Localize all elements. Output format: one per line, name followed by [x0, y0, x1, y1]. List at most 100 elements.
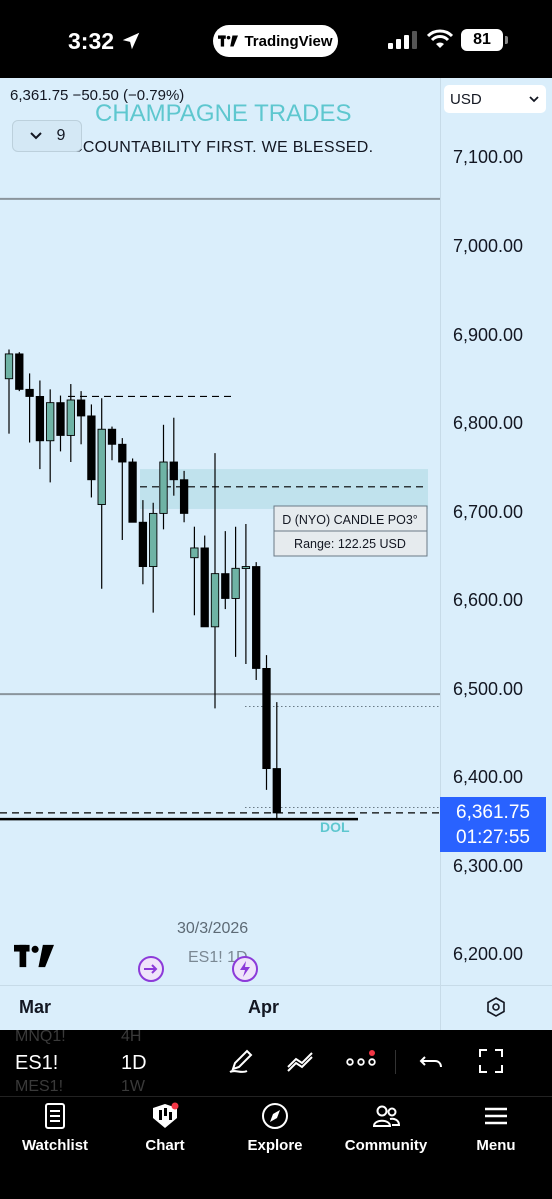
- more-icon[interactable]: [345, 1045, 377, 1077]
- candle-body: [169, 461, 178, 481]
- faint-symbol: MES1!: [15, 1078, 64, 1095]
- candle-body: [35, 395, 45, 442]
- chevron-down-icon: [29, 132, 42, 140]
- watermark-title: CHAMPAGNE TRADES: [95, 100, 352, 127]
- settings-icon[interactable]: [486, 997, 506, 1017]
- price-label: 6,400.00: [453, 767, 524, 787]
- candle-body: [159, 461, 168, 514]
- signal-icon: [388, 31, 417, 49]
- faint-symbol: MNQ1!: [15, 1028, 66, 1045]
- tradingview-logo-icon: [218, 35, 239, 47]
- candle-body: [241, 566, 251, 570]
- indicator-toggle[interactable]: 9: [12, 120, 82, 152]
- faint-interval: 4H: [121, 1028, 142, 1045]
- price-label: 7,100.00: [453, 147, 524, 167]
- month-label-apr: Apr: [248, 997, 279, 1017]
- candle-body: [252, 566, 261, 669]
- wifi-icon: [427, 29, 453, 48]
- price-label: 6,500.00: [453, 679, 524, 699]
- candle-body: [190, 547, 199, 559]
- nav-watchlist[interactable]: Watchlist: [5, 1101, 105, 1154]
- watchlist-icon: [45, 1103, 65, 1129]
- compass-icon: [262, 1103, 288, 1129]
- time-axis[interactable]: [0, 985, 440, 1030]
- line-tool-icon[interactable]: [284, 1045, 316, 1077]
- candle-body: [200, 547, 209, 628]
- nav-label: Menu: [476, 1137, 516, 1154]
- candle-body: [4, 353, 14, 380]
- chart-icon: [153, 1102, 179, 1128]
- faint-interval: 1W: [121, 1078, 145, 1095]
- battery-indicator: 81: [461, 29, 503, 51]
- watermark-subtitle: ACCOUNTABILITY FIRST. WE BLESSED.: [60, 139, 374, 156]
- currency-value: USD: [450, 90, 482, 108]
- undo-icon[interactable]: [415, 1045, 447, 1077]
- nav-menu[interactable]: Menu: [446, 1101, 546, 1154]
- nav-label: Explore: [247, 1137, 303, 1154]
- candle-body: [66, 399, 75, 436]
- price-label: 6,200.00: [453, 944, 524, 964]
- month-label-mar: Mar: [19, 997, 52, 1017]
- pen-icon[interactable]: [225, 1045, 257, 1077]
- symbol-selector[interactable]: ES1!: [15, 1052, 58, 1075]
- tradingview-label: TradingView: [244, 32, 333, 50]
- tradingview-pill[interactable]: TradingView: [213, 25, 338, 57]
- candle-body: [210, 573, 220, 628]
- nav-label: Watchlist: [21, 1137, 89, 1154]
- candle-body: [46, 402, 55, 442]
- last-price-value: 6,361.75: [456, 802, 530, 823]
- date-tooltip: 30/3/2026: [177, 920, 249, 937]
- currency-select[interactable]: USD: [444, 85, 546, 113]
- candle-body: [97, 428, 106, 505]
- last-price-badge: 6,361.75 01:27:55: [440, 797, 546, 852]
- candle-body: [76, 399, 86, 417]
- candle-body: [221, 573, 230, 599]
- price-chart[interactable]: D (NYO) CANDLE PO3° Range: 122.25 USD DOL: [0, 78, 440, 985]
- annotation-range: Range: 122.25 USD: [294, 537, 406, 551]
- price-label: 6,300.00: [453, 856, 524, 876]
- status-time: 3:32: [68, 28, 115, 54]
- toolbar-divider: [395, 1050, 396, 1074]
- bar-countdown: 01:27:55: [456, 827, 530, 848]
- nav-explore[interactable]: Explore: [225, 1101, 325, 1154]
- candle-body: [179, 479, 189, 514]
- community-icon: [372, 1105, 401, 1127]
- candle-body: [56, 402, 65, 436]
- candle-body: [128, 461, 137, 523]
- fullscreen-icon[interactable]: [475, 1045, 507, 1077]
- chart-area[interactable]: D (NYO) CANDLE PO3° Range: 122.25 USD DOL: [0, 78, 440, 985]
- candle-body: [118, 443, 127, 463]
- nav-community[interactable]: Community: [336, 1101, 436, 1154]
- annotation-title: D (NYO) CANDLE PO3°: [282, 513, 418, 527]
- dol-label: DOL: [320, 819, 350, 835]
- interval-selector[interactable]: 1D: [121, 1052, 147, 1075]
- candle-body: [107, 428, 117, 445]
- price-label: 6,900.00: [453, 325, 524, 345]
- candle-body: [272, 768, 281, 814]
- price-label: 6,700.00: [453, 502, 524, 522]
- nav-chart[interactable]: Chart: [115, 1101, 215, 1154]
- forward-icon: [144, 964, 158, 974]
- battery-nub: [505, 36, 508, 44]
- tradingview-logo-icon: [14, 944, 54, 968]
- alert-button[interactable]: [232, 956, 258, 982]
- chevron-down-icon: [529, 96, 539, 103]
- candle-body: [262, 668, 271, 770]
- candle-body: [231, 567, 240, 599]
- candle-body: [15, 353, 24, 390]
- chart-toolbar: [0, 1030, 552, 1096]
- candle-body: [149, 512, 158, 568]
- lightning-icon: [240, 961, 250, 977]
- candle-body: [87, 415, 96, 481]
- indicator-count: 9: [56, 127, 66, 144]
- replay-button[interactable]: [138, 956, 164, 982]
- location-arrow-icon: [122, 32, 140, 50]
- nav-label: Chart: [145, 1137, 185, 1154]
- candle-body: [138, 521, 148, 568]
- price-label: 6,600.00: [453, 590, 524, 610]
- menu-icon: [485, 1107, 507, 1125]
- candle-body: [25, 388, 34, 397]
- nav-label: Community: [344, 1137, 428, 1154]
- price-label: 6,800.00: [453, 413, 524, 433]
- price-label: 7,000.00: [453, 236, 524, 256]
